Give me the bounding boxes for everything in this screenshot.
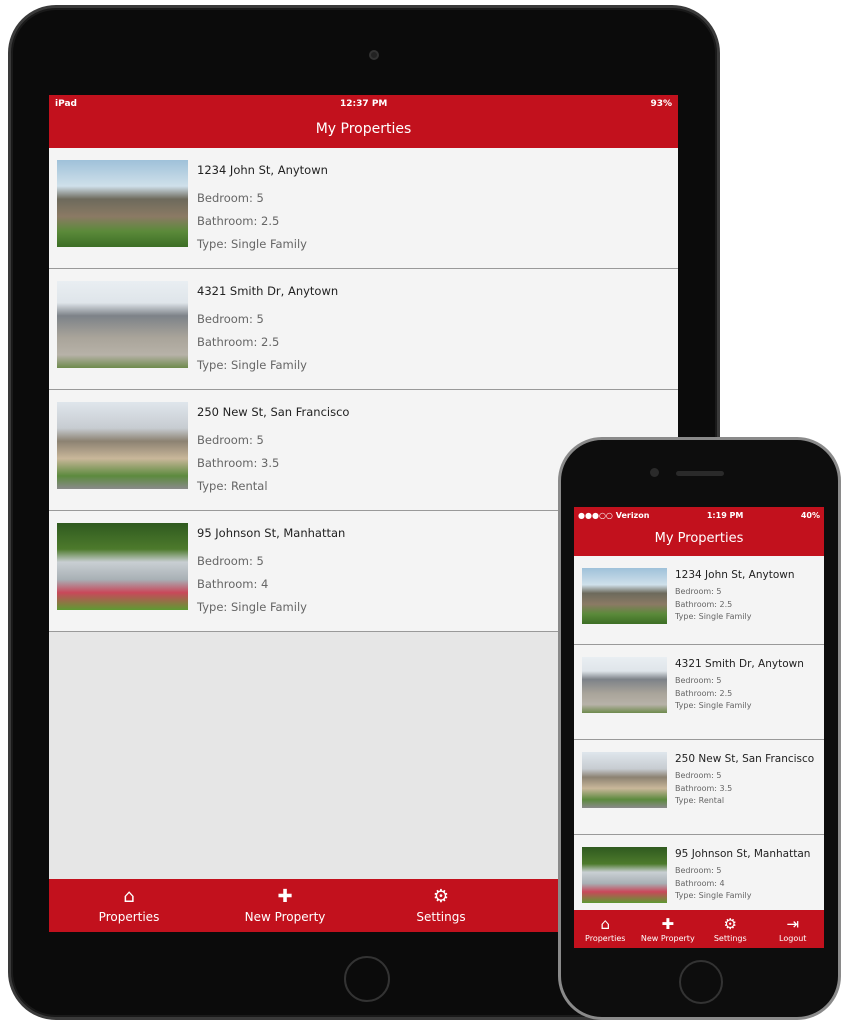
property-row[interactable]: 1234 John St, Anytown Bedroom: 5 Bathroo… (49, 148, 678, 269)
property-photo (582, 657, 667, 713)
bedroom-count: Bedroom: 5 (675, 587, 722, 596)
device-name: iPad (55, 99, 77, 109)
clock: 1:19 PM (706, 510, 744, 520)
property-photo (57, 402, 188, 489)
speaker (676, 471, 724, 476)
property-info: 1234 John St, Anytown Bedroom: 5 Bathroo… (197, 160, 328, 256)
property-photo (57, 281, 188, 368)
gear-icon: ⚙ (432, 886, 450, 907)
status-bar: iPad 12:37 PM 93% (49, 95, 678, 113)
tab-bar: ⌂ Properties ✚ New Property ⚙ Settings ⇥ Lo… (574, 910, 824, 948)
property-photo (582, 847, 667, 903)
property-address: 95 Johnson St, Manhattan (675, 848, 811, 860)
home-icon: ⌂ (123, 886, 135, 907)
bathroom-count: Bathroom: 2.5 (197, 214, 280, 228)
gear-icon: ⚙ (723, 914, 737, 933)
property-info: 250 New St, San Francisco Bedroom: 5 Bat… (675, 752, 814, 822)
property-info: 250 New St, San Francisco Bedroom: 5 Bat… (197, 402, 349, 498)
bathroom-count: Bathroom: 3.5 (197, 456, 280, 470)
property-address: 250 New St, San Francisco (197, 405, 350, 419)
status-bar: ●●●○○ Verizon 1:19 PM 40% (574, 507, 824, 523)
tab-logout[interactable]: ⇥ Logout (762, 910, 825, 948)
property-info: 1234 John St, Anytown Bedroom: 5 Bathroo… (675, 568, 795, 632)
page-title: My Properties (49, 113, 678, 148)
bathroom-count: Bathroom: 2.5 (197, 335, 280, 349)
property-list: 1234 John St, Anytown Bedroom: 5 Bathroo… (574, 556, 824, 930)
iphone-screen: ●●●○○ Verizon 1:19 PM 40% My Properties … (574, 507, 824, 948)
property-row[interactable]: 1234 John St, Anytown Bedroom: 5 Bathroo… (574, 556, 824, 645)
property-address: 250 New St, San Francisco (675, 753, 815, 765)
carrier: ●●●○○ Verizon (578, 510, 650, 520)
bathroom-count: Bathroom: 4 (675, 878, 725, 888)
property-address: 4321 Smith Dr, Anytown (197, 284, 339, 298)
property-row[interactable]: 250 New St, San Francisco Bedroom: 5 Bat… (574, 740, 824, 835)
bedroom-count: Bedroom: 5 (197, 433, 264, 447)
property-photo (57, 523, 188, 610)
bathroom-count: Bathroom: 2.5 (675, 688, 733, 698)
logout-icon: ⇥ (786, 914, 800, 933)
battery-level: 93% (650, 99, 672, 109)
tab-properties[interactable]: ⌂ Properties (51, 879, 207, 932)
tab-settings[interactable]: ⚙ Settings (699, 910, 762, 948)
bathroom-count: Bathroom: 3.5 (675, 783, 733, 793)
tab-label: Properties (98, 910, 160, 924)
clock: 12:37 PM (340, 99, 388, 109)
tab-label: New Property (244, 910, 326, 924)
bedroom-count: Bedroom: 5 (675, 676, 722, 685)
tab-label: Properties (585, 933, 626, 943)
tab-properties[interactable]: ⌂ Properties (574, 910, 637, 948)
bedroom-count: Bedroom: 5 (197, 554, 264, 568)
property-row[interactable]: 4321 Smith Dr, Anytown Bedroom: 5 Bathro… (574, 645, 824, 740)
property-type: Type: Single Family (675, 612, 752, 621)
camera (369, 50, 379, 60)
property-photo (582, 752, 667, 808)
property-info: 4321 Smith Dr, Anytown Bedroom: 5 Bathro… (197, 281, 338, 377)
tab-new-property[interactable]: ✚ New Property (207, 879, 363, 932)
page-title: My Properties (574, 523, 824, 556)
home-icon: ⌂ (600, 914, 611, 933)
property-address: 1234 John St, Anytown (197, 163, 328, 177)
property-type: Type: Single Family (675, 701, 752, 710)
plus-icon: ✚ (277, 886, 293, 907)
tab-label: New Property (640, 933, 695, 943)
property-type: Type: Single Family (197, 600, 307, 614)
bedroom-count: Bedroom: 5 (675, 771, 722, 780)
property-row[interactable]: 4321 Smith Dr, Anytown Bedroom: 5 Bathro… (49, 269, 678, 390)
property-info: 95 Johnson St, Manhattan Bedroom: 5 Bath… (197, 523, 345, 619)
tab-label: Settings (416, 910, 466, 924)
bedroom-count: Bedroom: 5 (675, 866, 722, 875)
tab-settings[interactable]: ⚙ Settings (363, 879, 519, 932)
tab-new-property[interactable]: ✚ New Property (637, 910, 700, 948)
home-button[interactable] (679, 960, 723, 1004)
tab-label: Settings (713, 933, 747, 943)
property-photo (57, 160, 188, 247)
camera (650, 468, 659, 477)
property-type: Type: Rental (675, 796, 725, 805)
tab-label: Logout (779, 933, 807, 943)
property-address: 1234 John St, Anytown (675, 569, 795, 581)
property-type: Type: Single Family (675, 891, 752, 900)
property-address: 95 Johnson St, Manhattan (197, 526, 346, 540)
property-type: Type: Single Family (197, 358, 307, 372)
property-type: Type: Rental (197, 479, 268, 493)
home-button[interactable] (344, 956, 390, 1002)
bedroom-count: Bedroom: 5 (197, 191, 264, 205)
bedroom-count: Bedroom: 5 (197, 312, 264, 326)
property-info: 95 Johnson St, Manhattan Bedroom: 5 Bath… (675, 847, 810, 917)
property-info: 4321 Smith Dr, Anytown Bedroom: 5 Bathro… (675, 657, 804, 727)
property-type: Type: Single Family (197, 237, 307, 251)
battery-level: 40% (800, 510, 820, 520)
property-address: 4321 Smith Dr, Anytown (675, 658, 804, 670)
bathroom-count: Bathroom: 2.5 (675, 599, 733, 609)
property-photo (582, 568, 667, 624)
bathroom-count: Bathroom: 4 (197, 577, 269, 591)
plus-icon: ✚ (661, 914, 675, 933)
